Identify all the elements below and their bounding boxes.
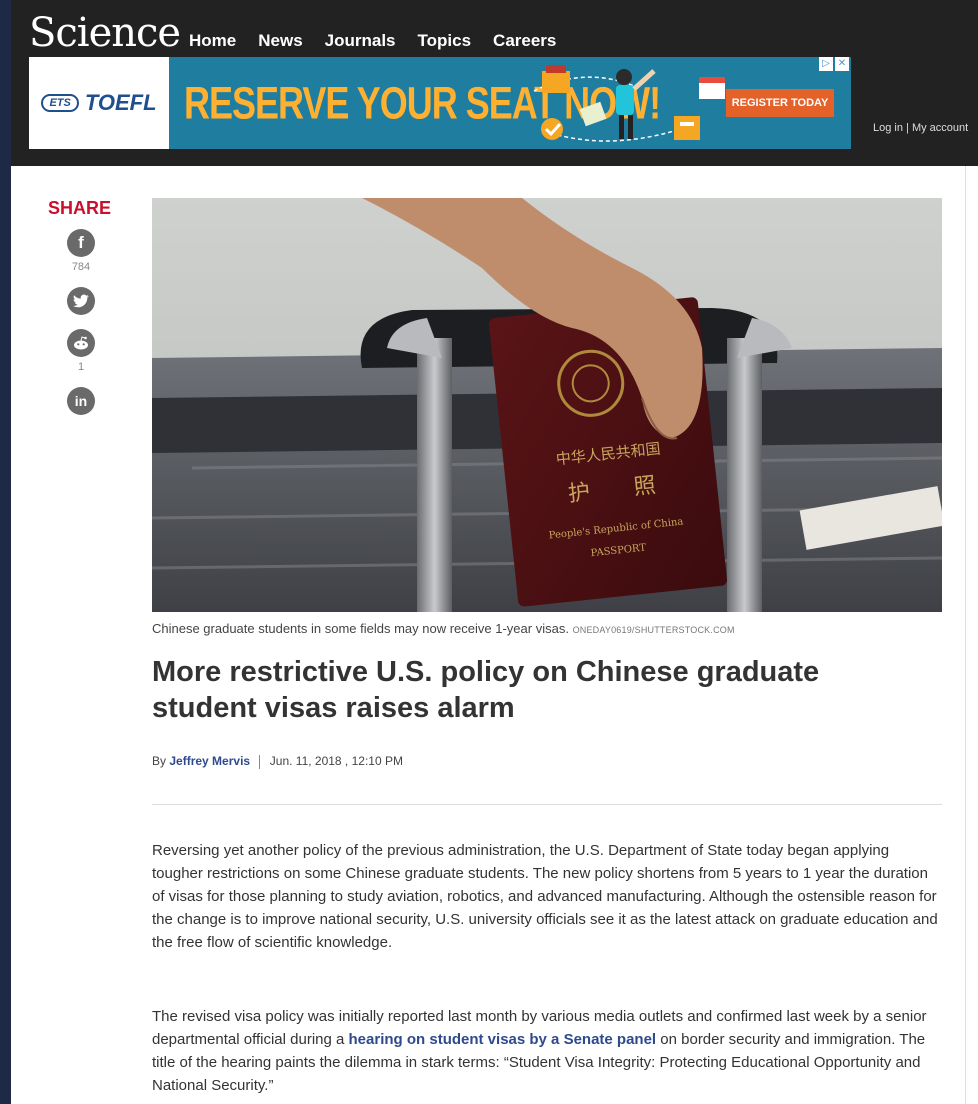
toefl-wordmark: TOEFL: [84, 90, 157, 115]
article-page: SHARE f 784 1 in 中华人民共和国 护 照 People's Re…: [11, 166, 978, 1104]
nav-journals[interactable]: Journals: [325, 31, 396, 51]
ad-choices-icon[interactable]: ▷: [819, 57, 833, 71]
ad-illustration: [533, 65, 725, 142]
close-icon[interactable]: ✕: [835, 57, 849, 71]
left-backdrop: [0, 0, 11, 1104]
register-today-button[interactable]: REGISTER TODAY: [726, 89, 834, 117]
article-title: More restrictive U.S. policy on Chinese …: [152, 656, 820, 724]
article-paragraph-1: Reversing yet another policy of the prev…: [152, 842, 938, 951]
facebook-icon[interactable]: f: [67, 229, 95, 257]
passport-photo: 中华人民共和国 护 照 People's Republic of China P…: [152, 198, 942, 612]
hero-image: 中华人民共和国 护 照 People's Republic of China P…: [152, 198, 942, 612]
nav-careers[interactable]: Careers: [493, 31, 556, 51]
share-heading: SHARE: [48, 198, 112, 218]
reddit-share-count: 1: [77, 361, 85, 373]
ad-choices[interactable]: ▷ ✕: [819, 57, 849, 71]
ets-badge: ETS: [41, 94, 79, 112]
article-divider: [152, 804, 942, 805]
share-bar: SHARE f 784 1 in: [48, 198, 112, 415]
nav-topics[interactable]: Topics: [418, 31, 472, 51]
byline-prefix: By: [152, 754, 167, 768]
senate-hearing-link[interactable]: hearing on student visas by a Senate pan…: [349, 1031, 657, 1048]
caption-text: Chinese graduate students in some fields…: [152, 621, 569, 636]
ad-banner[interactable]: ETS TOEFL RESERVE YOUR SEAT NOW! REGISTE…: [29, 57, 851, 149]
linkedin-icon[interactable]: in: [67, 387, 95, 415]
nav-home[interactable]: Home: [189, 31, 236, 51]
twitter-icon[interactable]: [67, 287, 95, 315]
byline-separator: [259, 754, 261, 769]
site-header: Science Home News Journals Topics Career…: [11, 0, 978, 166]
publish-date: Jun. 11, 2018 , 12:10 PM: [269, 754, 403, 768]
sidebar-divider: [965, 166, 966, 1104]
article-paragraph-2: The revised visa policy was initially re…: [152, 1005, 942, 1097]
facebook-share-count: 784: [71, 261, 91, 273]
byline: By Jeffrey Mervis Jun. 11, 2018 , 12:10 …: [152, 754, 403, 769]
science-logo[interactable]: Science: [29, 10, 181, 56]
reddit-icon[interactable]: [67, 329, 95, 357]
toefl-logo: ETS TOEFL: [29, 57, 169, 149]
author-link[interactable]: Jeffrey Mervis: [169, 754, 250, 768]
main-nav: Home News Journals Topics Careers: [189, 31, 556, 51]
image-credit: ONEDAY0619/SHUTTERSTOCK.COM: [572, 625, 735, 635]
account-links[interactable]: Log in | My account: [873, 122, 968, 134]
image-caption: Chinese graduate students in some fields…: [152, 621, 735, 636]
nav-news[interactable]: News: [258, 31, 302, 51]
